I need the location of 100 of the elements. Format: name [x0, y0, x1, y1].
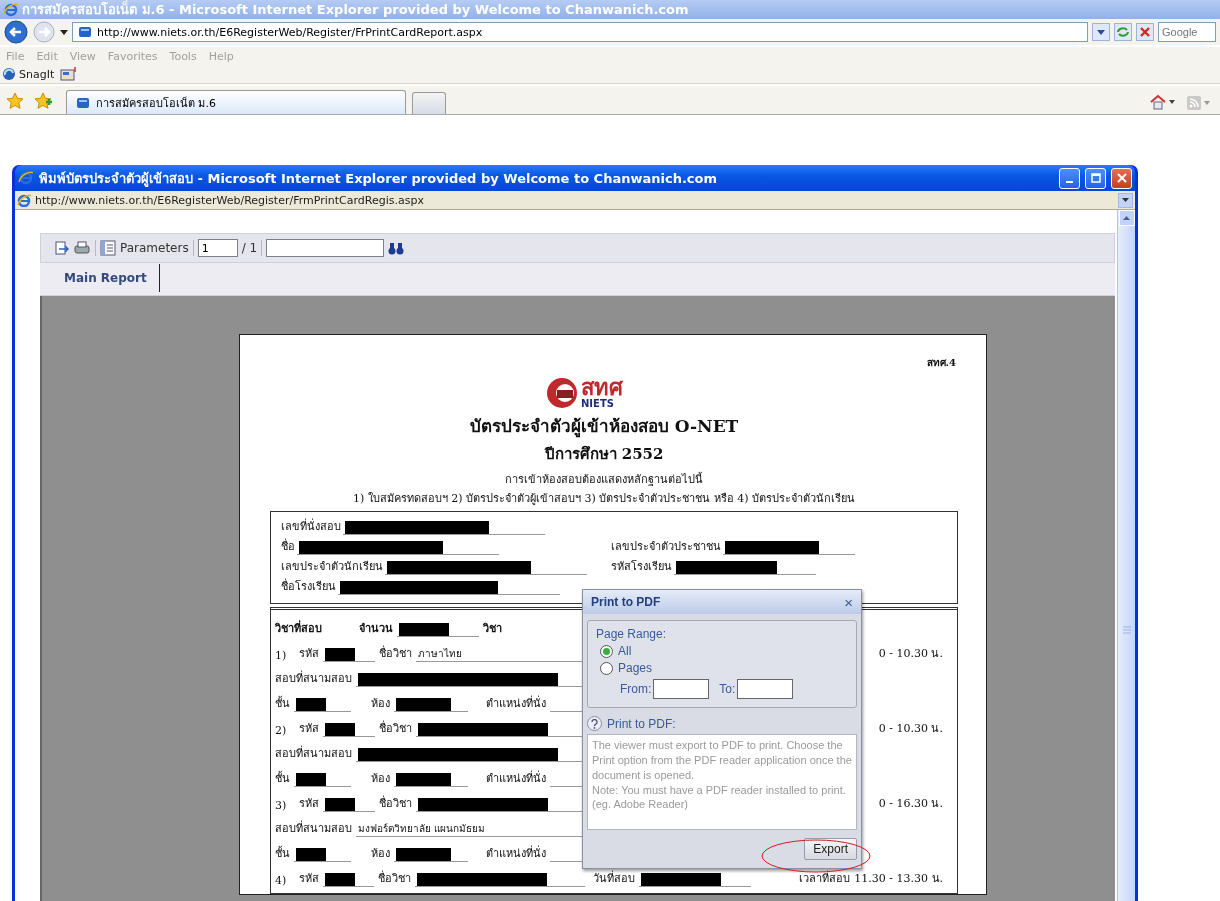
caret-icon — [1204, 101, 1210, 105]
radio-label: Pages — [618, 661, 653, 675]
field-value: ภาษาไทย — [418, 647, 462, 661]
scroll-grip-icon — [1122, 626, 1131, 634]
address-field[interactable]: http://www.niets.or.th/E6RegisterWeb/Register/FrPrintCardReport.aspx — [72, 22, 1088, 42]
from-field[interactable] — [653, 679, 710, 699]
field-label: ตำแหน่งที่นั่ง — [486, 769, 546, 787]
field-label: เลขประจำตัวนักเรียน — [281, 559, 383, 575]
requirements-text: 1) ใบสมัครทดสอบฯ 2) บัตรประจำตัวผู้เข้าสอบฯ 3) บัตรประจำตัวประชาชน หรือ 4) บัตรประจำตัวนักเรียน — [351, 491, 857, 507]
favorites-star-icon[interactable] — [6, 92, 24, 110]
field-label: สอบที่สนามสอบ — [275, 744, 352, 762]
from-label: From: — [620, 682, 652, 696]
caret-icon[interactable] — [60, 29, 68, 35]
field-label: ชั้น — [275, 770, 290, 787]
snagit-button[interactable]: SnagIt — [2, 67, 55, 81]
help-title: Print to PDF: — [607, 716, 676, 731]
stop-icon — [1140, 27, 1150, 37]
home-icon — [1150, 94, 1166, 110]
page-range-label: Page Range: — [596, 627, 668, 641]
field-label: เลขประจำตัวประชาชน — [611, 539, 721, 555]
field-label: ชื่อวิชา — [379, 644, 412, 662]
window-title: การสมัครสอบโอเน็ต ม.6 - Microsoft Internet Explorer provided by Welcome to Chanwanich.com — [22, 0, 689, 19]
browser-tab[interactable]: การสมัครสอบโอเน็ต ม.6 — [66, 90, 406, 114]
minimize-icon — [1066, 181, 1073, 183]
search-field[interactable]: Google — [1158, 22, 1216, 42]
help-paragraph: Note: You must have a PDF reader installed to print. (eg. Adobe Reader) — [592, 782, 847, 813]
address-text: http://www.niets.or.th/E6RegisterWeb/Register/FrmPrintCardRegis.aspx — [35, 193, 425, 207]
form-code: สทศ.4 — [925, 356, 956, 370]
item-number: 1) — [275, 649, 288, 662]
scroll-up-button[interactable] — [1118, 210, 1135, 226]
exam-time: 0 - 10.30 น. — [878, 646, 943, 662]
maximize-icon — [1090, 173, 1101, 183]
item-number: 2) — [275, 724, 288, 737]
page-number-field[interactable]: 1 — [197, 239, 238, 257]
to-field[interactable] — [737, 679, 794, 699]
print-icon[interactable] — [73, 240, 91, 256]
ie-logo-icon — [18, 170, 34, 186]
field-label: รหัส — [299, 721, 319, 737]
field-label: วันที่สอบ — [593, 869, 636, 887]
field-label: รหัส — [299, 796, 319, 812]
field-label: ชั้น — [275, 695, 290, 712]
logo-emblem-icon — [545, 376, 579, 410]
binoculars-icon[interactable] — [388, 241, 405, 255]
close-button[interactable]: × — [844, 593, 853, 611]
page-total: / 1 — [241, 241, 258, 255]
parameters-icon[interactable] — [100, 240, 116, 256]
caret-icon — [1123, 216, 1130, 220]
page-icon — [77, 24, 93, 40]
logo-text: สทศ — [581, 377, 623, 399]
item-number: 3) — [275, 799, 288, 812]
caret-icon — [1097, 29, 1105, 35]
refresh-button[interactable] — [1114, 23, 1132, 41]
field-label: ห้อง — [371, 846, 390, 862]
search-field[interactable] — [266, 239, 385, 257]
field-label: รหัส — [299, 646, 319, 662]
parameters-label[interactable]: Parameters — [120, 241, 189, 255]
refresh-icon — [1116, 26, 1130, 38]
field-label: ชื่อ — [281, 537, 295, 555]
close-icon — [1116, 173, 1127, 183]
notice-text: การเข้าห้องสอบต้องแสดงหลักฐานต่อไปนี้ — [504, 471, 704, 488]
export-button[interactable]: Export — [804, 838, 857, 860]
ie-page-icon — [17, 193, 31, 207]
add-favorite-icon[interactable] — [34, 92, 52, 110]
academic-year: ปีการศึกษา 2552 — [543, 444, 665, 465]
exam-time: 11.30 - 13.30 น. — [854, 871, 943, 887]
field-label: เลขที่นั่งสอบ — [281, 517, 341, 535]
field-label: ชั้น — [275, 845, 290, 862]
unit-label: วิชา — [483, 621, 502, 637]
scrollbar[interactable] — [1117, 210, 1135, 901]
ie-logo-icon — [3, 1, 19, 18]
address-dropdown[interactable] — [1092, 23, 1110, 41]
to-label: To: — [719, 682, 736, 696]
field-label: ชื่อวิชา — [378, 869, 412, 887]
swirl-icon — [2, 67, 16, 81]
address-dropdown[interactable] — [1118, 192, 1133, 208]
card-title: บัตรประจำตัวผู้เข้าห้องสอบ O-NET — [468, 415, 740, 439]
window-title: พิมพ์บัตรประจำตัวผู้เข้าสอบ - Microsoft Internet Explorer provided by Welcome to Chanwanich.com — [39, 169, 718, 189]
stop-button[interactable] — [1136, 23, 1154, 41]
field-label: สอบที่สนามสอบ — [275, 669, 352, 687]
home-button[interactable] — [1150, 94, 1175, 110]
capture-icon[interactable] — [60, 66, 79, 82]
minimize-button[interactable] — [1059, 167, 1080, 189]
close-button[interactable] — [1111, 167, 1132, 189]
count-label: จำนวน — [359, 621, 393, 637]
field-label: รหัส — [298, 871, 319, 887]
field-label: ห้อง — [371, 771, 390, 787]
logo-subtext: NIETS — [581, 399, 615, 409]
export-icon[interactable] — [53, 240, 69, 256]
field-label: เวลาที่สอบ — [799, 869, 851, 887]
feeds-button[interactable] — [1187, 96, 1210, 110]
address-text: http://www.niets.or.th/E6RegisterWeb/Register/FrPrintCardReport.aspx — [97, 25, 483, 39]
exam-time: 0 - 16.30 น. — [878, 796, 943, 812]
feed-icon — [1187, 96, 1201, 110]
radio-button[interactable] — [600, 644, 613, 658]
radio-button[interactable] — [600, 661, 613, 675]
maximize-button[interactable] — [1085, 167, 1106, 189]
new-tab-button[interactable] — [412, 92, 446, 114]
caret-icon — [1122, 198, 1129, 202]
item-number: 4) — [275, 874, 288, 887]
back-button[interactable] — [4, 20, 28, 44]
